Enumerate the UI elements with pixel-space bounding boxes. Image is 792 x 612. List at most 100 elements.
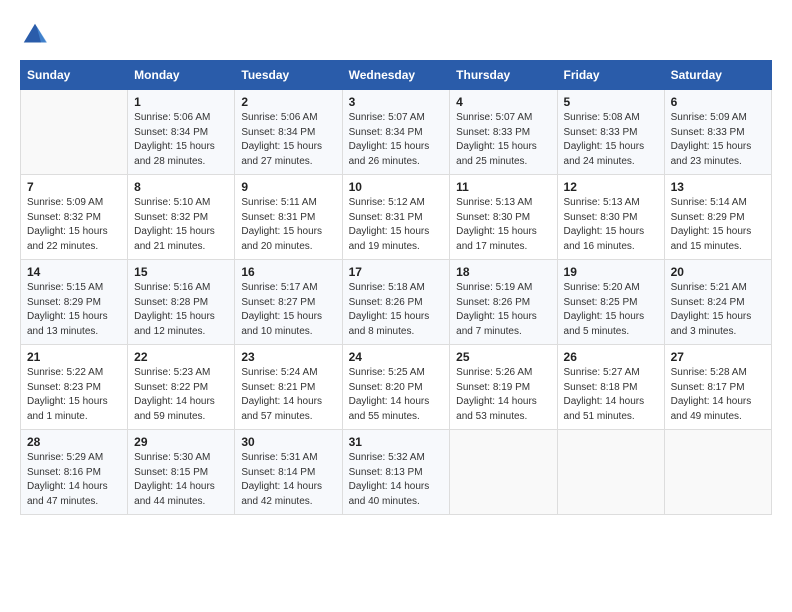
day-number: 23: [241, 350, 335, 364]
day-info: Sunrise: 5:07 AM Sunset: 8:33 PM Dayligh…: [456, 111, 550, 169]
calendar-day-cell: 25 Sunrise: 5:26 AM Sunset: 8:19 PM Dayli…: [450, 345, 557, 430]
calendar-day-cell: 19 Sunrise: 5:20 AM Sunset: 8:25 PM Dayli…: [557, 260, 664, 345]
header-row: SundayMondayTuesdayWednesdayThursdayFrid…: [21, 61, 772, 90]
day-info: Sunrise: 5:20 AM Sunset: 8:25 PM Dayligh…: [564, 281, 658, 339]
header-cell-tuesday: Tuesday: [235, 61, 342, 90]
header-cell-wednesday: Wednesday: [342, 61, 450, 90]
day-info: Sunrise: 5:24 AM Sunset: 8:21 PM Dayligh…: [241, 366, 335, 424]
day-info: Sunrise: 5:11 AM Sunset: 8:31 PM Dayligh…: [241, 196, 335, 254]
calendar-table: SundayMondayTuesdayWednesdayThursdayFrid…: [20, 60, 772, 515]
calendar-day-cell: 18 Sunrise: 5:19 AM Sunset: 8:26 PM Dayli…: [450, 260, 557, 345]
day-number: 25: [456, 350, 550, 364]
header-cell-saturday: Saturday: [664, 61, 771, 90]
calendar-day-cell: 17Sunrise: 5:18 AM Sunset: 8:26 PM Dayli…: [342, 260, 450, 345]
calendar-day-cell: 23 Sunrise: 5:24 AM Sunset: 8:21 PM Dayli…: [235, 345, 342, 430]
day-info: Sunrise: 5:07 AM Sunset: 8:34 PM Dayligh…: [349, 111, 444, 169]
day-info: Sunrise: 5:19 AM Sunset: 8:26 PM Dayligh…: [456, 281, 550, 339]
day-number: 26: [564, 350, 658, 364]
day-info: Sunrise: 5:12 AM Sunset: 8:31 PM Dayligh…: [349, 196, 444, 254]
calendar-week-1: 1 Sunrise: 5:06 AM Sunset: 8:34 PM Daylig…: [21, 90, 772, 175]
day-number: 3: [349, 95, 444, 109]
calendar-day-cell: 22 Sunrise: 5:23 AM Sunset: 8:22 PM Dayli…: [128, 345, 235, 430]
header-cell-thursday: Thursday: [450, 61, 557, 90]
day-number: 8: [134, 180, 228, 194]
day-info: Sunrise: 5:23 AM Sunset: 8:22 PM Dayligh…: [134, 366, 228, 424]
calendar-day-cell: [664, 430, 771, 515]
calendar-day-cell: 4 Sunrise: 5:07 AM Sunset: 8:33 PM Daylig…: [450, 90, 557, 175]
day-info: Sunrise: 5:22 AM Sunset: 8:23 PM Dayligh…: [27, 366, 121, 424]
day-info: Sunrise: 5:13 AM Sunset: 8:30 PM Dayligh…: [456, 196, 550, 254]
day-number: 5: [564, 95, 658, 109]
day-info: Sunrise: 5:09 AM Sunset: 8:33 PM Dayligh…: [671, 111, 765, 169]
day-number: 13: [671, 180, 765, 194]
day-info: Sunrise: 5:31 AM Sunset: 8:14 PM Dayligh…: [241, 451, 335, 509]
calendar-day-cell: 14 Sunrise: 5:15 AM Sunset: 8:29 PM Dayli…: [21, 260, 128, 345]
day-info: Sunrise: 5:30 AM Sunset: 8:15 PM Dayligh…: [134, 451, 228, 509]
day-number: 20: [671, 265, 765, 279]
calendar-day-cell: 3 Sunrise: 5:07 AM Sunset: 8:34 PM Daylig…: [342, 90, 450, 175]
day-number: 18: [456, 265, 550, 279]
day-info: Sunrise: 5:16 AM Sunset: 8:28 PM Dayligh…: [134, 281, 228, 339]
day-info: Sunrise: 5:21 AM Sunset: 8:24 PM Dayligh…: [671, 281, 765, 339]
calendar-day-cell: 31Sunrise: 5:32 AM Sunset: 8:13 PM Dayli…: [342, 430, 450, 515]
calendar-day-cell: 20 Sunrise: 5:21 AM Sunset: 8:24 PM Dayli…: [664, 260, 771, 345]
day-number: 24: [349, 350, 444, 364]
calendar-header: SundayMondayTuesdayWednesdayThursdayFrid…: [21, 61, 772, 90]
day-number: 17: [349, 265, 444, 279]
calendar-day-cell: 5 Sunrise: 5:08 AM Sunset: 8:33 PM Daylig…: [557, 90, 664, 175]
calendar-day-cell: 2 Sunrise: 5:06 AM Sunset: 8:34 PM Daylig…: [235, 90, 342, 175]
logo: [20, 20, 54, 50]
day-info: Sunrise: 5:06 AM Sunset: 8:34 PM Dayligh…: [241, 111, 335, 169]
day-number: 19: [564, 265, 658, 279]
calendar-day-cell: 12 Sunrise: 5:13 AM Sunset: 8:30 PM Dayli…: [557, 175, 664, 260]
day-number: 10: [349, 180, 444, 194]
day-info: Sunrise: 5:32 AM Sunset: 8:13 PM Dayligh…: [349, 451, 444, 509]
day-info: Sunrise: 5:15 AM Sunset: 8:29 PM Dayligh…: [27, 281, 121, 339]
day-info: Sunrise: 5:06 AM Sunset: 8:34 PM Dayligh…: [134, 111, 228, 169]
day-number: 30: [241, 435, 335, 449]
day-number: 1: [134, 95, 228, 109]
day-number: 14: [27, 265, 121, 279]
day-info: Sunrise: 5:26 AM Sunset: 8:19 PM Dayligh…: [456, 366, 550, 424]
calendar-day-cell: 28 Sunrise: 5:29 AM Sunset: 8:16 PM Dayli…: [21, 430, 128, 515]
header-cell-friday: Friday: [557, 61, 664, 90]
calendar-day-cell: 13 Sunrise: 5:14 AM Sunset: 8:29 PM Dayli…: [664, 175, 771, 260]
calendar-day-cell: 8 Sunrise: 5:10 AM Sunset: 8:32 PM Daylig…: [128, 175, 235, 260]
calendar-day-cell: 9 Sunrise: 5:11 AM Sunset: 8:31 PM Daylig…: [235, 175, 342, 260]
logo-icon: [20, 20, 50, 50]
calendar-day-cell: [21, 90, 128, 175]
day-number: 9: [241, 180, 335, 194]
day-number: 16: [241, 265, 335, 279]
day-info: Sunrise: 5:13 AM Sunset: 8:30 PM Dayligh…: [564, 196, 658, 254]
calendar-body: 1 Sunrise: 5:06 AM Sunset: 8:34 PM Daylig…: [21, 90, 772, 515]
day-number: 27: [671, 350, 765, 364]
day-info: Sunrise: 5:17 AM Sunset: 8:27 PM Dayligh…: [241, 281, 335, 339]
day-number: 21: [27, 350, 121, 364]
calendar-day-cell: 1 Sunrise: 5:06 AM Sunset: 8:34 PM Daylig…: [128, 90, 235, 175]
day-number: 15: [134, 265, 228, 279]
day-number: 6: [671, 95, 765, 109]
calendar-day-cell: 16 Sunrise: 5:17 AM Sunset: 8:27 PM Dayli…: [235, 260, 342, 345]
day-number: 12: [564, 180, 658, 194]
day-number: 2: [241, 95, 335, 109]
calendar-week-2: 7Sunrise: 5:09 AM Sunset: 8:32 PM Daylig…: [21, 175, 772, 260]
day-number: 29: [134, 435, 228, 449]
calendar-week-5: 28 Sunrise: 5:29 AM Sunset: 8:16 PM Dayli…: [21, 430, 772, 515]
day-number: 7: [27, 180, 121, 194]
calendar-day-cell: 11 Sunrise: 5:13 AM Sunset: 8:30 PM Dayli…: [450, 175, 557, 260]
header-cell-monday: Monday: [128, 61, 235, 90]
calendar-day-cell: 30 Sunrise: 5:31 AM Sunset: 8:14 PM Dayli…: [235, 430, 342, 515]
day-number: 11: [456, 180, 550, 194]
calendar-day-cell: 24Sunrise: 5:25 AM Sunset: 8:20 PM Dayli…: [342, 345, 450, 430]
day-info: Sunrise: 5:08 AM Sunset: 8:33 PM Dayligh…: [564, 111, 658, 169]
day-info: Sunrise: 5:14 AM Sunset: 8:29 PM Dayligh…: [671, 196, 765, 254]
calendar-day-cell: 15 Sunrise: 5:16 AM Sunset: 8:28 PM Dayli…: [128, 260, 235, 345]
day-number: 28: [27, 435, 121, 449]
calendar-day-cell: [557, 430, 664, 515]
day-info: Sunrise: 5:29 AM Sunset: 8:16 PM Dayligh…: [27, 451, 121, 509]
calendar-day-cell: 26Sunrise: 5:27 AM Sunset: 8:18 PM Dayli…: [557, 345, 664, 430]
day-info: Sunrise: 5:10 AM Sunset: 8:32 PM Dayligh…: [134, 196, 228, 254]
day-number: 4: [456, 95, 550, 109]
calendar-day-cell: 27Sunrise: 5:28 AM Sunset: 8:17 PM Dayli…: [664, 345, 771, 430]
day-number: 22: [134, 350, 228, 364]
